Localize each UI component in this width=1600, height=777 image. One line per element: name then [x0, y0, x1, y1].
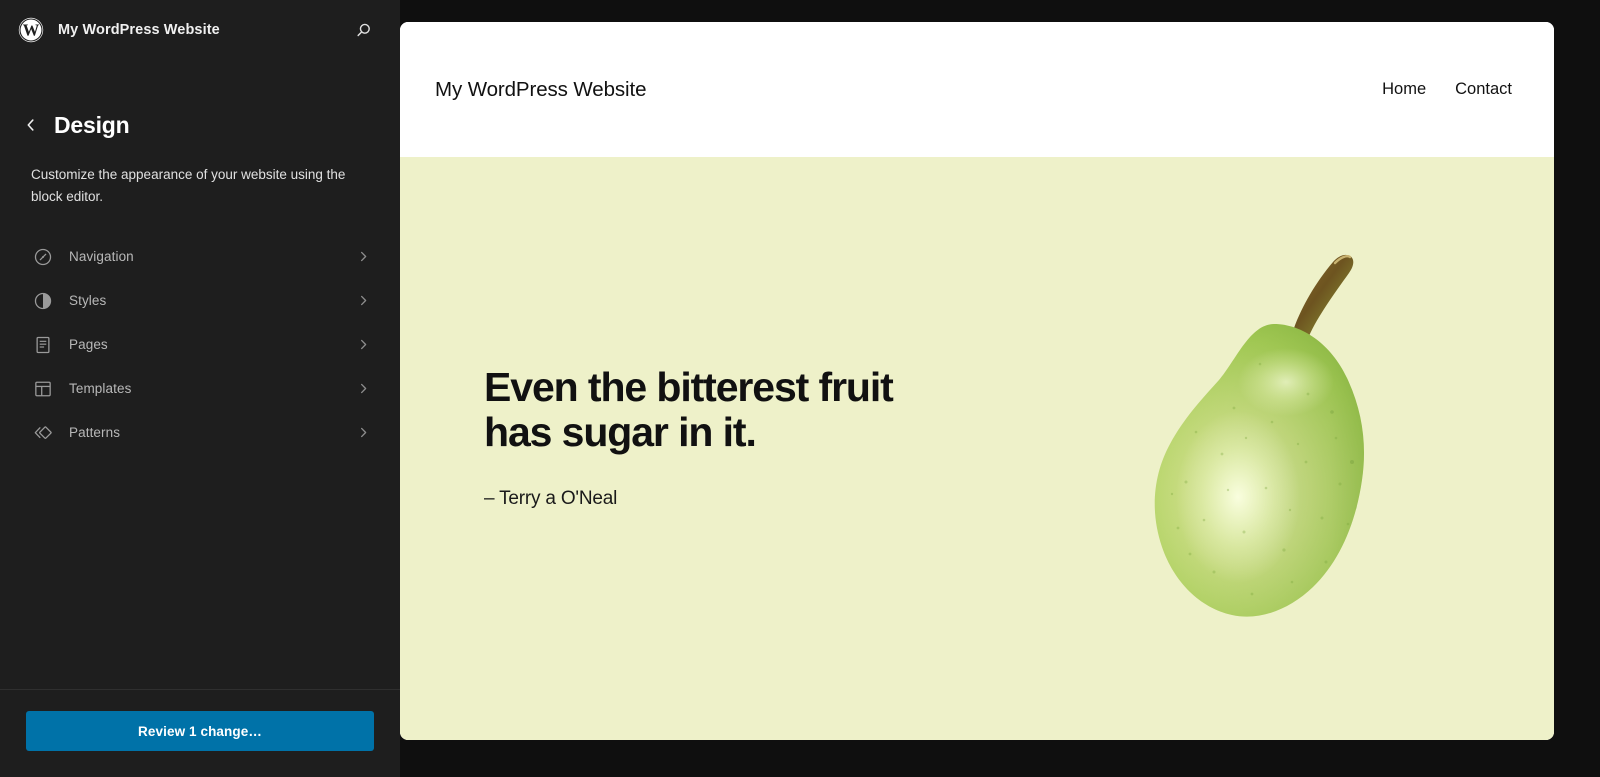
- patterns-diamond-icon: [31, 421, 55, 445]
- page-document-icon: [31, 333, 55, 357]
- chevron-left-icon[interactable]: [18, 112, 44, 138]
- pear-illustration: [1126, 232, 1426, 652]
- sidebar-item-label: Templates: [69, 381, 132, 397]
- panel-description: Customize the appearance of your website…: [31, 167, 346, 204]
- nav-link-contact[interactable]: Contact: [1455, 80, 1512, 99]
- chevron-right-icon: [356, 294, 370, 308]
- site-preview-frame[interactable]: My WordPress Website Home Contact Even t…: [400, 22, 1554, 740]
- sidebar-site-title: My WordPress Website: [58, 22, 220, 38]
- chevron-right-icon: [356, 382, 370, 396]
- preview-site-title: My WordPress Website: [435, 77, 647, 101]
- page-title: Design: [54, 111, 130, 138]
- sidebar-item-pages[interactable]: Pages: [18, 323, 382, 367]
- svg-text:W: W: [23, 21, 40, 40]
- sidebar-item-label: Patterns: [69, 425, 121, 441]
- chevron-right-icon: [356, 338, 370, 352]
- editor-sidebar: W My WordPress Website Design Customize …: [0, 0, 400, 777]
- chevron-right-icon: [356, 426, 370, 440]
- sidebar-nav-list: Navigation Styles Pages Templates Patter…: [0, 235, 400, 455]
- sidebar-footer: Review 1 change…: [0, 689, 400, 777]
- sidebar-item-label: Pages: [69, 337, 108, 353]
- sidebar-item-patterns[interactable]: Patterns: [18, 411, 382, 455]
- sidebar-header: W My WordPress Website: [0, 0, 400, 60]
- sidebar-item-label: Navigation: [69, 249, 134, 265]
- chevron-right-icon: [356, 250, 370, 264]
- panel-title-row: Design: [0, 60, 400, 138]
- contrast-half-circle-icon: [31, 289, 55, 313]
- layout-template-icon: [31, 377, 55, 401]
- hero-attribution: – Terry a O'Neal: [484, 488, 618, 510]
- compass-icon: [31, 245, 55, 269]
- hero-text-block: Even the bitterest fruit has sugar in it…: [484, 365, 914, 510]
- wordpress-logo-icon[interactable]: W: [18, 17, 44, 43]
- preview-canvas-area: My WordPress Website Home Contact Even t…: [400, 0, 1600, 777]
- site-editor-window: W My WordPress Website Design Customize …: [0, 0, 1600, 777]
- preview-site-header: My WordPress Website Home Contact: [400, 22, 1554, 157]
- hero-section: Even the bitterest fruit has sugar in it…: [400, 157, 1554, 740]
- hero-quote-line-1: Even the bitterest fruit: [484, 364, 894, 410]
- search-icon[interactable]: [348, 15, 378, 45]
- hero-quote: Even the bitterest fruit has sugar in it…: [484, 365, 914, 454]
- review-changes-button[interactable]: Review 1 change…: [26, 711, 374, 751]
- preview-site-nav: Home Contact: [1382, 80, 1512, 99]
- sidebar-item-styles[interactable]: Styles: [18, 279, 382, 323]
- sidebar-item-templates[interactable]: Templates: [18, 367, 382, 411]
- sidebar-item-label: Styles: [69, 293, 107, 309]
- sidebar-item-navigation[interactable]: Navigation: [18, 235, 382, 279]
- nav-link-home[interactable]: Home: [1382, 80, 1426, 99]
- hero-quote-line-2: has sugar in it.: [484, 408, 757, 455]
